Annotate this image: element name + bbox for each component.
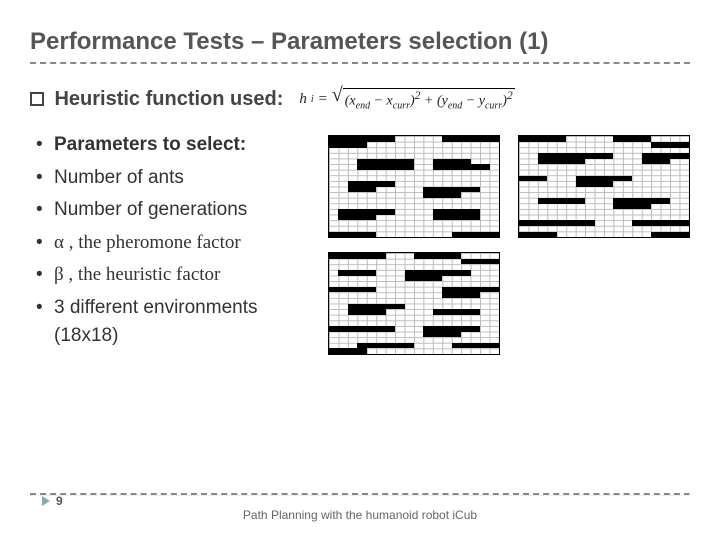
obstacle-block: [329, 232, 376, 238]
list-item: •β , the heuristic factor: [36, 261, 310, 290]
list-item: •Number of generations: [36, 196, 310, 225]
obstacle-block: [329, 253, 386, 259]
obstacle-block: [433, 164, 490, 170]
obstacle-block: [329, 326, 395, 332]
bullet-list: •Parameters to select: •Number of ants •…: [30, 131, 310, 355]
title-divider: [30, 62, 690, 64]
grid-env-1: [328, 135, 500, 238]
obstacle-block: [423, 192, 461, 198]
heuristic-text: Heuristic function used:: [54, 88, 283, 110]
obstacle-block: [651, 142, 689, 148]
obstacle-block: [452, 343, 499, 349]
obstacle-block: [442, 136, 499, 142]
obstacle-block: [519, 232, 557, 238]
list-header: •Parameters to select:: [36, 131, 310, 160]
obstacle-block: [338, 270, 376, 276]
obstacle-block: [613, 136, 651, 142]
list-item: •3 different environments (18x18): [36, 294, 310, 351]
footer-divider: [30, 493, 690, 496]
page-number: 9: [42, 494, 63, 508]
grid-empty-slot: [518, 252, 690, 355]
obstacle-block: [613, 204, 651, 210]
triangle-icon: [42, 496, 50, 506]
obstacle-block: [461, 259, 499, 265]
list-item: •α , the pheromone factor: [36, 229, 310, 258]
obstacle-block: [576, 181, 614, 187]
obstacle-block: [538, 159, 585, 165]
slide-title: Performance Tests – Parameters selection…: [30, 28, 690, 56]
obstacle-block: [651, 232, 689, 238]
obstacle-block: [433, 209, 480, 220]
obstacle-block: [329, 348, 367, 354]
obstacle-block: [348, 309, 386, 315]
obstacle-block: [519, 136, 566, 142]
grid-env-3: [328, 252, 500, 355]
obstacle-block: [414, 253, 461, 259]
heuristic-row: Heuristic function used: hi = √ (xend − …: [30, 88, 690, 111]
obstacle-block: [452, 232, 499, 238]
obstacle-block: [348, 187, 376, 193]
footer-text: Path Planning with the humanoid robot iC…: [243, 508, 477, 524]
obstacle-block: [442, 292, 480, 298]
obstacle-block: [329, 287, 376, 293]
obstacle-block: [405, 276, 443, 282]
obstacle-block: [642, 159, 670, 165]
obstacle-block: [338, 215, 376, 221]
list-item: •Number of ants: [36, 164, 310, 193]
obstacle-block: [329, 142, 367, 148]
obstacle-block: [357, 159, 414, 170]
heuristic-formula: hi = √ (xend − xcurr)2 + (yend − ycurr)2: [299, 88, 514, 111]
square-bullet-icon: [30, 92, 44, 106]
obstacle-block: [538, 198, 585, 204]
obstacle-block: [519, 176, 547, 182]
environment-grids: [328, 131, 690, 355]
grid-env-2: [518, 135, 690, 238]
obstacle-block: [632, 220, 689, 226]
heuristic-label: Heuristic function used:: [30, 88, 283, 111]
obstacle-block: [519, 220, 595, 226]
obstacle-block: [433, 309, 480, 315]
obstacle-block: [423, 332, 461, 338]
